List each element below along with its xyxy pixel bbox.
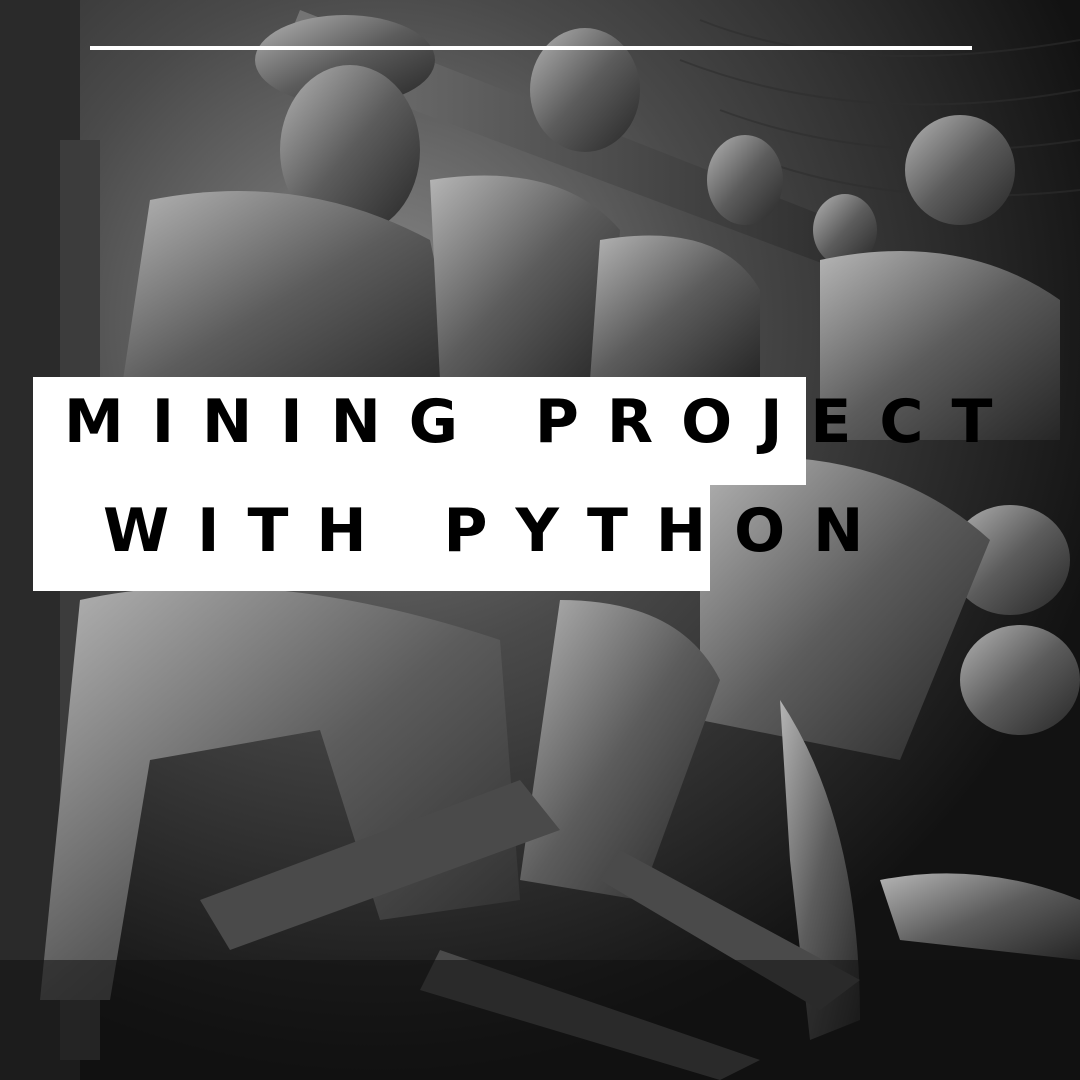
poster-canvas: MINING PROJECT WITH PYTHON [0,0,1080,1080]
title-line-1: MINING PROJECT [64,387,1021,457]
title-line-2: WITH PYTHON [103,496,892,566]
top-divider-line [90,46,972,50]
